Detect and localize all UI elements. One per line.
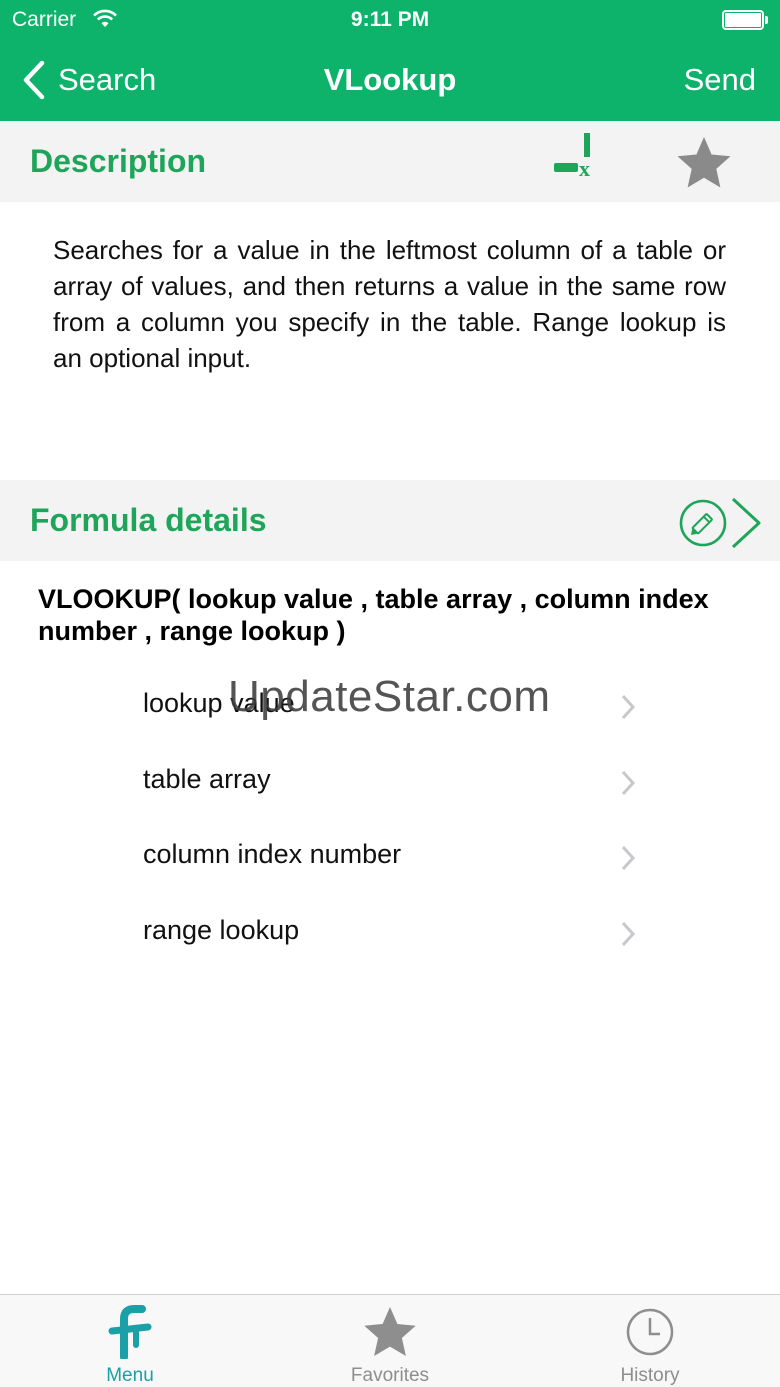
formula-syntax: VLOOKUP( lookup value , table array , co…: [38, 584, 709, 646]
parameter-item-table-array[interactable]: table array: [0, 744, 780, 820]
chevron-right-icon: [621, 770, 636, 795]
tab-favorites[interactable]: Favorites: [260, 1295, 520, 1387]
tab-label: Favorites: [350, 1365, 430, 1386]
parameter-item-range-lookup[interactable]: range lookup: [0, 895, 780, 971]
formula-details-header: Formula details: [0, 480, 780, 561]
status-time: 9:11 PM: [350, 8, 430, 31]
status-bar: Carrier 9:11 PM: [0, 0, 780, 40]
svg-text:x: x: [579, 156, 590, 178]
star-icon: [364, 1307, 416, 1356]
tab-label: History: [620, 1365, 680, 1386]
parameter-item-lookup-value[interactable]: lookup value: [0, 668, 780, 744]
description-header: Description: [0, 121, 780, 202]
parameter-label: column index number: [143, 839, 402, 869]
chevron-left-icon: [23, 60, 45, 100]
tab-history[interactable]: History: [520, 1295, 780, 1387]
tab-bar: Menu Favorites History: [0, 1294, 780, 1387]
description-text: Searches for a value in the leftmost col…: [53, 235, 726, 373]
parameter-label: table array: [143, 763, 271, 794]
tab-menu[interactable]: Menu: [0, 1295, 260, 1387]
send-button[interactable]: Send: [684, 62, 756, 98]
menu-f-icon: [108, 1305, 152, 1359]
tab-label: Menu: [106, 1365, 154, 1386]
chevron-right-icon: [621, 845, 636, 871]
chevron-right-icon: [621, 921, 636, 946]
navigation-header: Carrier 9:11 PM Search VLookup Send: [0, 0, 780, 121]
back-button[interactable]: Search: [22, 58, 156, 102]
formula-details-title: Formula details: [30, 502, 267, 538]
clock-icon: [626, 1308, 674, 1356]
chevron-right-icon: [621, 694, 636, 720]
back-button-label: Search: [58, 62, 157, 97]
favorite-star-icon[interactable]: [674, 134, 734, 190]
edit-formula-icon[interactable]: [678, 496, 768, 550]
parameter-label: lookup value: [143, 688, 295, 718]
description-title: Description: [30, 143, 207, 179]
parameter-item-column-index-number[interactable]: column index number: [0, 819, 780, 895]
excel-icon[interactable]: x: [550, 130, 600, 178]
parameter-list: lookup value table array column index nu…: [0, 668, 780, 970]
parameter-label: range lookup: [143, 914, 300, 945]
battery-icon: [722, 10, 768, 30]
